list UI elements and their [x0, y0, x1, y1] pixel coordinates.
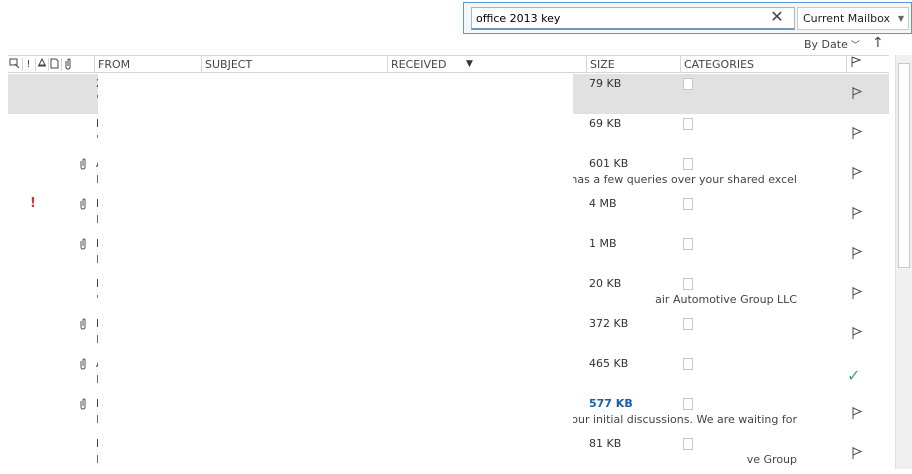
- row-size: 79 KB: [589, 77, 622, 90]
- row-size: 465 KB: [589, 357, 629, 370]
- attachment-icon[interactable]: [61, 58, 73, 71]
- column-received-label: RECEIVED: [391, 58, 447, 71]
- row-size: 20 KB: [589, 277, 622, 290]
- reminder-bell-icon[interactable]: [35, 57, 47, 71]
- row-preview: air Automotive Group LLC: [655, 293, 797, 306]
- column-categories[interactable]: CATEGORIES: [680, 56, 846, 73]
- column-flag[interactable]: [846, 56, 889, 73]
- flag-icon[interactable]: [850, 246, 864, 260]
- attachment-icon: [79, 158, 87, 173]
- column-from[interactable]: FROM: [94, 56, 200, 73]
- sort-desc-icon: ▼: [466, 59, 473, 69]
- attachment-icon: [79, 318, 87, 333]
- category-box[interactable]: [683, 438, 693, 450]
- flag-icon[interactable]: [850, 126, 864, 140]
- row-size: 601 KB: [589, 157, 629, 170]
- row-size: 1 MB: [589, 237, 617, 250]
- sort-by-label: By Date: [804, 38, 848, 51]
- arrow-up-icon[interactable]: ↑: [872, 35, 884, 51]
- column-received[interactable]: RECEIVED ▼: [387, 56, 585, 73]
- category-box[interactable]: [683, 118, 693, 130]
- reminder-icon[interactable]: [8, 58, 20, 71]
- row-size: 81 KB: [589, 437, 622, 450]
- flag-icon[interactable]: [850, 206, 864, 220]
- flag-icon[interactable]: [850, 406, 864, 420]
- scroll-thumb[interactable]: [898, 63, 910, 268]
- flag-icon[interactable]: [850, 86, 864, 100]
- filter-flag-icon: [851, 56, 862, 67]
- flag-icon[interactable]: [850, 446, 864, 460]
- search-scope-label: Current Mailbox: [803, 12, 891, 25]
- column-size[interactable]: SIZE: [586, 56, 680, 73]
- attachment-icon: [79, 358, 87, 373]
- category-box[interactable]: [683, 278, 693, 290]
- close-icon[interactable]: ✕: [769, 9, 785, 25]
- redacted-area: [98, 74, 573, 469]
- chevron-down-icon: ▼: [897, 14, 904, 23]
- category-box[interactable]: [683, 358, 693, 370]
- attachment-icon: [79, 398, 87, 413]
- search-input[interactable]: [471, 7, 795, 30]
- category-box[interactable]: [683, 78, 693, 90]
- attachment-icon: [79, 238, 87, 253]
- document-icon[interactable]: [48, 58, 60, 71]
- row-preview: g our initial discussions. We are waitin…: [560, 413, 797, 426]
- search-bar: ✕ Current Mailbox ▼: [463, 2, 912, 34]
- row-size: 4 MB: [589, 197, 617, 210]
- check-icon[interactable]: ✓: [847, 366, 860, 385]
- row-size: 577 KB: [589, 397, 633, 410]
- column-subject[interactable]: SUBJECT: [201, 56, 387, 73]
- category-box[interactable]: [683, 158, 693, 170]
- vertical-scrollbar[interactable]: [895, 55, 912, 469]
- flag-icon[interactable]: [850, 166, 864, 180]
- row-size: 69 KB: [589, 117, 622, 130]
- flag-icon[interactable]: [850, 286, 864, 300]
- attachment-icon: [79, 198, 87, 213]
- category-box[interactable]: [683, 198, 693, 210]
- column-header: ! FROM SUBJECT RECEIVED ▼ SIZE CATEGORIE…: [8, 55, 889, 73]
- importance-icon[interactable]: !: [22, 58, 34, 71]
- category-box[interactable]: [683, 318, 693, 330]
- row-preview: ve Group: [746, 453, 797, 466]
- importance-high-icon: !: [30, 196, 36, 211]
- search-scope-select[interactable]: Current Mailbox ▼: [797, 7, 909, 30]
- flag-icon[interactable]: [850, 326, 864, 340]
- sort-by-button[interactable]: By Date ﹀: [804, 38, 860, 51]
- row-preview: has a few queries over your shared excel: [570, 173, 797, 186]
- row-size: 372 KB: [589, 317, 629, 330]
- chevron-down-icon: ﹀: [850, 41, 860, 51]
- category-box[interactable]: [683, 238, 693, 250]
- category-box[interactable]: [683, 398, 693, 410]
